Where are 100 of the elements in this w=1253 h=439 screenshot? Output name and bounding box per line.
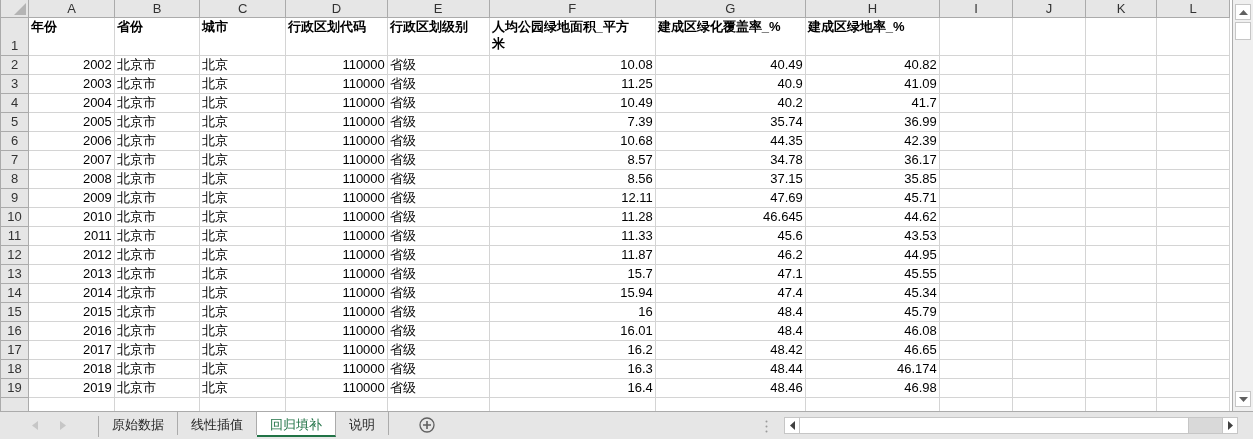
row-header[interactable]: 12 [0,245,29,265]
table-cell: 2015 [82,304,112,319]
column-header[interactable]: A [28,0,115,18]
row-header[interactable]: 11 [0,226,29,246]
row-header[interactable]: 8 [0,169,29,189]
row-header[interactable]: 17 [0,340,29,360]
row-header[interactable]: 18 [0,359,29,379]
table-cell: 年份 [31,18,58,35]
column-header[interactable]: J [1012,0,1086,18]
table-cell: 北京 [202,361,229,376]
table-cell: 北京 [202,57,229,72]
table-cell: 2013 [82,266,112,281]
table-cell: 44.35 [770,133,803,148]
row-header[interactable]: 5 [0,112,29,132]
horizontal-scrollbar[interactable] [784,417,1238,434]
table-cell: 2003 [82,76,112,91]
table-cell: 省级 [389,190,416,205]
column-header[interactable]: E [387,0,490,18]
table-cell: 北京 [202,95,229,110]
table-cell: 43.53 [904,228,937,243]
column-header[interactable]: B [114,0,200,18]
column-header[interactable]: G [655,0,806,18]
row-header[interactable]: 4 [0,93,29,113]
row-header[interactable]: 3 [0,74,29,94]
column-header[interactable]: I [939,0,1013,18]
scroll-left-button[interactable] [785,418,799,433]
table-cell: 41.7 [911,95,937,110]
row-header[interactable]: 6 [0,131,29,151]
row-header[interactable]: 19 [0,378,29,398]
column-header[interactable]: D [285,0,388,18]
table-cell: 省份 [116,18,143,35]
table-cell: 北京 [202,247,229,262]
table-cell: 16.4 [627,380,653,395]
table-cell: 12.11 [621,190,653,205]
table-cell: 16.2 [627,342,653,357]
table-cell: 45.55 [904,266,937,281]
table-cell: 省级 [389,380,416,395]
column-header[interactable]: F [489,0,656,18]
table-cell: 46.65 [904,342,937,357]
table-cell: 2004 [82,95,112,110]
table-cell: 省级 [389,209,416,224]
column-header[interactable]: L [1156,0,1230,18]
row-header[interactable]: 10 [0,207,29,227]
table-cell: 110000 [342,133,385,148]
sheet-tab[interactable]: 回归填补 [257,412,336,437]
column-header[interactable]: C [199,0,286,18]
table-cell: 36.99 [904,114,937,129]
row-header[interactable]: 16 [0,321,29,341]
add-sheet-icon[interactable] [419,417,435,433]
table-cell: 110000 [342,380,385,395]
table-cell: 省级 [389,323,416,338]
sheet-tab[interactable]: 说明 [336,412,389,435]
select-all-icon[interactable] [14,3,27,15]
table-cell: 110000 [342,342,385,357]
row-header[interactable]: 7 [0,150,29,170]
row-header[interactable]: 9 [0,188,29,208]
left-arrow-icon [789,421,795,430]
scrollbar-thumb[interactable] [799,418,1189,433]
table-cell: 北京 [202,380,229,395]
table-cell: 建成区绿化覆盖率_% [657,18,781,35]
table-cell: 110000 [342,228,385,243]
table-cell: 北京市 [116,95,156,110]
table-cell: 11.28 [621,209,653,224]
scrollbar-thumb[interactable] [1235,22,1251,40]
table-cell: 省级 [389,228,416,243]
scroll-up-button[interactable] [1235,4,1251,20]
table-cell: 北京 [202,342,229,357]
table-cell: 北京 [202,152,229,167]
scroll-down-button[interactable] [1235,391,1251,407]
table-cell: 37.15 [770,171,803,186]
table-cell: 110000 [342,361,385,376]
vertical-scrollbar[interactable] [1233,0,1253,411]
row-header[interactable]: 1 [0,17,29,56]
table-cell: 北京市 [116,285,156,300]
splitter-handle-icon[interactable] [765,420,768,433]
table-cell: 省级 [389,285,416,300]
row-header[interactable]: 2 [0,55,29,75]
scroll-right-button[interactable] [1223,418,1237,433]
table-cell: 省级 [389,95,416,110]
row-header[interactable]: 13 [0,264,29,284]
table-cell: 110000 [342,171,385,186]
table-cell: 110000 [342,95,385,110]
table-cell: 省级 [389,342,416,357]
table-cell: 北京市 [116,266,156,281]
table-cell: 北京市 [116,247,156,262]
sheet-tab[interactable]: 原始数据 [99,412,178,435]
previous-sheet-icon[interactable] [32,421,38,430]
table-cell: 2007 [82,152,112,167]
table-cell: 110000 [342,304,385,319]
table-cell: 北京 [202,266,229,281]
row-header[interactable]: 15 [0,302,29,322]
next-sheet-icon[interactable] [60,421,66,430]
table-cell: 2018 [82,361,112,376]
column-header[interactable]: H [805,0,940,18]
column-header[interactable]: K [1085,0,1157,18]
table-cell: 省级 [389,247,416,262]
table-cell: 110000 [342,190,385,205]
table-cell: 46.2 [777,247,803,262]
table-cell: 省级 [389,152,416,167]
row-header[interactable]: 14 [0,283,29,303]
